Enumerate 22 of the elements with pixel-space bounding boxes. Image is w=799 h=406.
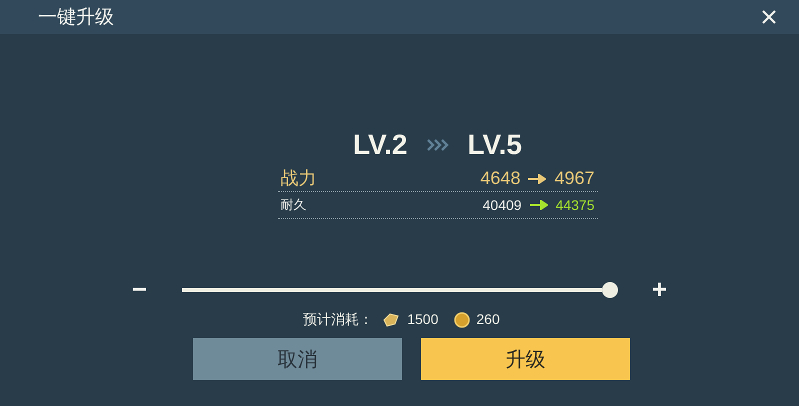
arrow-icon	[528, 174, 546, 184]
upgrade-button[interactable]: 升级	[421, 338, 630, 380]
target-level: LV.5	[468, 128, 522, 162]
decrease-button[interactable]: −	[120, 270, 160, 309]
window-title: 一键升级	[38, 4, 114, 30]
cost-amount: 260	[476, 310, 500, 329]
cost-label: 预计消耗：	[303, 310, 374, 329]
stat-new: 4967	[554, 167, 594, 190]
cancel-button[interactable]: 取消	[193, 338, 402, 380]
close-icon[interactable]	[761, 9, 777, 25]
increase-button[interactable]: +	[640, 270, 680, 309]
slider-thumb[interactable]	[602, 282, 618, 298]
stat-label: 战力	[280, 167, 318, 190]
coin-icon	[454, 312, 470, 328]
cost-amount: 1500	[407, 310, 438, 329]
stat-label: 耐久	[280, 196, 308, 214]
stat-new: 44375	[556, 196, 594, 214]
stat-current: 4648	[480, 167, 520, 190]
chevrons-icon	[426, 138, 450, 152]
stat-current: 40409	[482, 196, 522, 214]
current-level: LV.2	[353, 128, 408, 162]
arrow-icon	[530, 200, 548, 210]
